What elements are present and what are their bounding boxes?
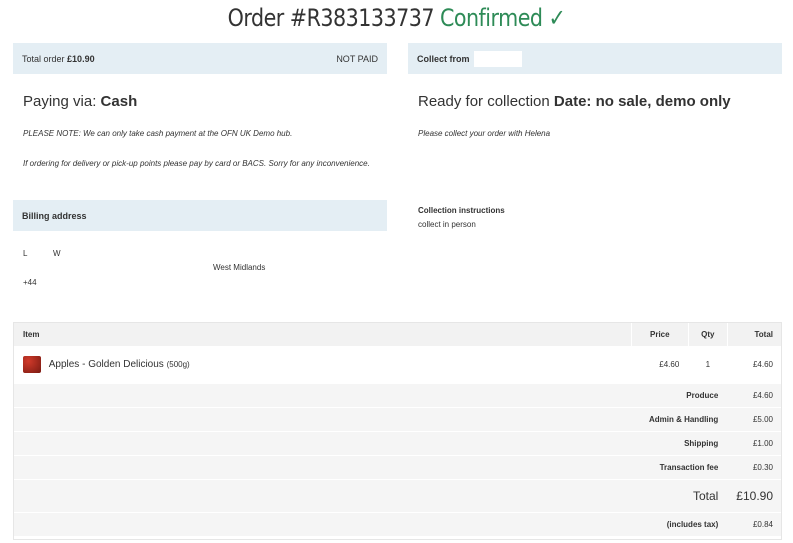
total-order-label: Total order [22, 53, 65, 64]
table-row: Apples - Golden Delicious (500g) £4.60 1… [13, 346, 782, 384]
redacted-hub-name [473, 50, 522, 67]
payment-prefix: Paying via: [23, 93, 97, 110]
table-row: (includes tax) £0.84 [13, 512, 782, 536]
total-order: Total order £10.90 [22, 54, 95, 64]
order-items-table: Item Price Qty Total Apples - Golden Del… [13, 322, 782, 536]
collection-instructions-value: collect in person [418, 220, 476, 229]
table-row: Total £10.90 [13, 479, 782, 513]
table-row: Admin & Handling £5.00 [13, 407, 782, 432]
collect-from-label: Collect from [417, 53, 470, 64]
product-name-text: Apples - Golden Delicious [48, 359, 164, 370]
billing-line-1a: L [23, 249, 28, 258]
table-row: Shipping £1.00 [13, 431, 782, 456]
billing-address-bar: Billing address [13, 200, 387, 231]
shipping-label: Shipping [13, 431, 728, 456]
item-qty: 1 [688, 346, 728, 384]
billing-address-label: Billing address [22, 210, 87, 221]
product-unit: (500g) [166, 360, 190, 369]
order-summary-bar: Total order £10.90 NOT PAID [13, 43, 387, 74]
payment-status-badge: NOT PAID [336, 53, 378, 64]
admin-handling-value: £5.00 [727, 407, 782, 432]
billing-region: West Midlands [213, 263, 266, 272]
col-item: Item [13, 322, 632, 346]
produce-label: Produce [13, 383, 728, 408]
payment-note-2: If ordering for delivery or pick-up poin… [23, 159, 370, 168]
payment-method-heading: Paying via: Cash [23, 93, 137, 110]
table-header-row: Item Price Qty Total [13, 322, 782, 346]
total-order-value: £10.90 [67, 53, 95, 64]
tax-label: (includes tax) [13, 512, 728, 536]
admin-handling-label: Admin & Handling [13, 407, 728, 432]
product-name: Apples - Golden Delicious (500g) [49, 359, 190, 370]
collection-prefix: Ready for collection [418, 93, 550, 110]
collection-heading: Ready for collection Date: no sale, demo… [418, 93, 731, 110]
item-price: £4.60 [631, 346, 689, 384]
col-total: Total [726, 322, 782, 346]
collect-from-bar: Collect from [408, 43, 782, 74]
transaction-fee-label: Transaction fee [13, 455, 728, 480]
transaction-fee-value: £0.30 [727, 455, 782, 480]
collection-instructions-label: Collection instructions [418, 206, 505, 215]
col-qty: Qty [687, 322, 728, 346]
check-icon: ✓ [548, 4, 566, 32]
payment-note-1: PLEASE NOTE: We can only take cash payme… [23, 129, 293, 138]
payment-method: Cash [100, 93, 138, 110]
item-total: £4.60 [727, 346, 782, 384]
produce-value: £4.60 [727, 383, 782, 408]
tax-value: £0.84 [727, 512, 782, 536]
col-price: Price [630, 322, 689, 346]
collection-note: Please collect your order with Helena [418, 129, 551, 138]
billing-phone: +44 [23, 278, 37, 287]
billing-line-1b: W [53, 249, 61, 258]
grand-total-value: £10.90 [727, 479, 782, 513]
table-row: Produce £4.60 [13, 383, 782, 408]
order-number: Order #R383133737 [227, 4, 435, 32]
shipping-value: £1.00 [727, 431, 782, 456]
table-row: Transaction fee £0.30 [13, 455, 782, 480]
product-thumbnail [22, 356, 41, 373]
item-cell: Apples - Golden Delicious (500g) [13, 346, 632, 384]
page-title: Order #R383133737 Confirmed ✓ [56, 4, 738, 32]
order-status: Confirmed [439, 4, 543, 32]
grand-total-label: Total [13, 479, 728, 513]
collection-date: Date: no sale, demo only [553, 93, 731, 110]
